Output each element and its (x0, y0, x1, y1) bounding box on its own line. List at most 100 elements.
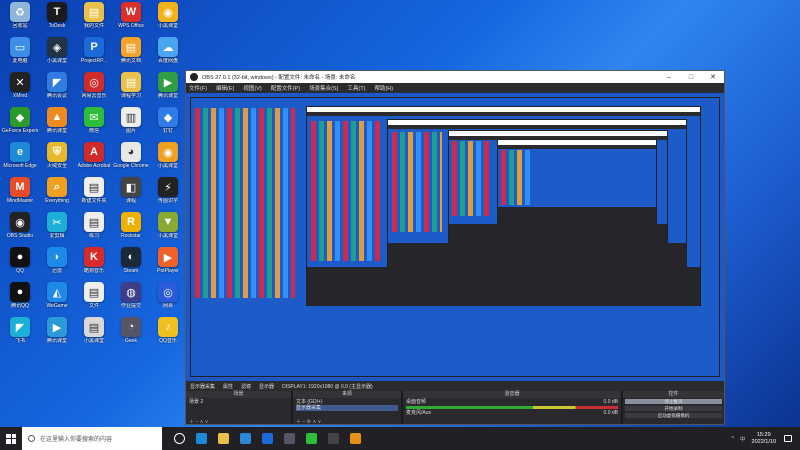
desktop-icon[interactable]: ◗ 迅雷 (39, 247, 75, 282)
desktop-icon[interactable]: ● QQ (2, 247, 38, 282)
menu-item[interactable]: 场景集合(S) (309, 84, 338, 92)
obs-window[interactable]: OBS 27.0.1 (32-bit, windows) - 配置文件: 未命名… (185, 70, 725, 425)
desktop-icon[interactable]: ▶ 腾讯课堂 (150, 72, 186, 107)
desktop-icon[interactable]: ✉ 微信 (76, 107, 112, 142)
menu-item[interactable]: 视图(V) (243, 84, 261, 92)
desktop-icon[interactable]: ▶ PotPlayer (150, 247, 186, 282)
notification-icon[interactable] (784, 435, 792, 442)
start-button[interactable] (0, 427, 22, 450)
menu-item[interactable]: 文件(F) (189, 84, 207, 92)
desktop-icon[interactable]: ◉ 小黑课堂 (150, 2, 186, 37)
taskbar-store[interactable] (234, 427, 256, 450)
desktop-icon[interactable]: ▤ 新建文件夹 (76, 177, 112, 212)
desktop-icon[interactable]: ▤ 我的文件 (76, 2, 112, 37)
desktop-icon[interactable]: P ProjectRP... (76, 37, 112, 72)
desktop-icon[interactable]: e Microsoft Edge (2, 142, 38, 177)
filters-button[interactable]: 滤镜 (241, 383, 251, 390)
scene-tools[interactable]: ＋ − ∧ ∨ (186, 418, 291, 425)
desktop-icon[interactable]: ▼ 小黑课堂 (150, 212, 186, 247)
tray-arrow-icon[interactable]: ^ (731, 436, 734, 442)
desktop-icon[interactable]: ♪ QQ音乐 (150, 317, 186, 352)
desktop-icon[interactable]: ◤ 腾讯会议 (39, 72, 75, 107)
desktop-icon[interactable]: ▤ 小黑课堂 (76, 317, 112, 352)
properties-button[interactable]: 属性 (223, 383, 233, 390)
desktop-icon[interactable]: ☁ 百度网盘 (150, 37, 186, 72)
maximize-icon[interactable]: □ (680, 74, 702, 81)
clock[interactable]: 15:29 2022/1/10 (752, 432, 776, 446)
desktop-icon[interactable]: ▭ 此电脑 (2, 37, 38, 72)
menu-item[interactable]: 配置文件(P) (271, 84, 300, 92)
taskbar-wechat[interactable] (300, 427, 322, 450)
desktop-icon[interactable]: ◭ WeGame (39, 282, 75, 317)
desktop-icon[interactable]: A Adobe Acrobat (76, 142, 112, 177)
desktop-icon[interactable]: ◎ 网易云音乐 (76, 72, 112, 107)
desktop-icon[interactable]: R Rockstar (113, 212, 149, 247)
taskbar-task-view[interactable] (168, 427, 190, 450)
taskbar-obs[interactable] (322, 427, 344, 450)
close-icon[interactable]: ✕ (702, 73, 724, 81)
taskbar-edge[interactable] (190, 427, 212, 450)
desktop-icon[interactable]: ◉ OBS Studio (2, 212, 38, 247)
desktop-icon[interactable]: ◤ 飞书 (2, 317, 38, 352)
desktop-icon[interactable]: ◎ 网易 (150, 282, 186, 317)
menu-item[interactable]: 帮助(H) (374, 84, 393, 92)
minimize-icon[interactable]: – (658, 74, 680, 81)
app-icon: ◆ (10, 107, 30, 127)
app-icon: ▤ (121, 37, 141, 57)
stop-streaming-button[interactable]: 停止推流 (625, 399, 722, 404)
taskbar-steam[interactable] (278, 427, 300, 450)
desktop-icon[interactable]: ▶ 腾讯课堂 (39, 317, 75, 352)
taskbar-search[interactable]: 在这里输入你要搜索的内容 (22, 427, 162, 450)
display-select[interactable]: DISPLAY1: 1920x1080 @ 0,0 (主显示器) (282, 383, 373, 390)
obs-preview[interactable] (186, 93, 724, 381)
desktop-icon[interactable]: M MindMaster (2, 177, 38, 212)
desktop-icon[interactable]: K 酷狗音乐 (76, 247, 112, 282)
desktop-icon[interactable]: ◧ 课程 (113, 177, 149, 212)
desktop-icon[interactable]: ♻ 回收站 (2, 2, 38, 37)
taskbar-app-orange[interactable] (344, 427, 366, 450)
desktop-icon[interactable]: ▤ 课程学习 (113, 72, 149, 107)
desktop-icon[interactable]: ▤ 腾讯文档 (113, 37, 149, 72)
desktop-icon[interactable]: ◔ Geek (113, 317, 149, 352)
source-item[interactable]: 显示器采集 (296, 405, 398, 411)
desktop-icon[interactable]: ◈ 小黑课堂 (39, 37, 75, 72)
desktop-icon[interactable]: ✂ 爱剪辑 (39, 212, 75, 247)
scene-item[interactable]: 场景 2 (189, 399, 288, 405)
desktop-icon[interactable]: ◐ Steam (113, 247, 149, 282)
desktop-icon-label: 文件 (88, 303, 99, 309)
desktop-icon[interactable]: ◆ 钉钉 (150, 107, 186, 142)
desktop-icon[interactable]: ⚡ 传图识字 (150, 177, 186, 212)
menu-item[interactable]: 编辑(E) (216, 84, 234, 92)
desktop-icon[interactable]: ▲ 腾讯课堂 (39, 107, 75, 142)
desktop-icon[interactable]: ◍ 作业提交 (113, 282, 149, 317)
desktop-icon[interactable]: ● 腾讯QQ (2, 282, 38, 317)
source-tools[interactable]: ＋ − ⚙ ∧ ∨ (293, 418, 401, 425)
desktop-icon[interactable]: ▥ 图片 (113, 107, 149, 142)
desktop-icon[interactable]: ▤ 文件 (76, 282, 112, 317)
desktop-icon-label: 爱剪辑 (49, 233, 65, 239)
desktop-icon[interactable]: ✕ XMind (2, 72, 38, 107)
source-name: 显示器采集 (190, 383, 216, 390)
menu-item[interactable]: 工具(T) (347, 84, 365, 92)
obs-menubar: 文件(F) 编辑(E) 视图(V) 配置文件(P) 场景集合(S) 工具(T) 帮助(H) (186, 83, 724, 93)
desktop-icon[interactable]: ◉ 小黑课堂 (150, 142, 186, 177)
start-recording-button[interactable]: 开始录制 (625, 406, 722, 411)
desktop-icon-label: WPS Office (118, 23, 144, 29)
virtual-camera-button[interactable]: 启动虚拟摄像机 (625, 413, 722, 418)
taskbar-mail[interactable] (256, 427, 278, 450)
app-icon: ▼ (158, 212, 178, 232)
desktop-icon[interactable]: ▤ 练习 (76, 212, 112, 247)
taskbar-file-explorer[interactable] (212, 427, 234, 450)
app-icon: ◗ (47, 247, 67, 267)
app-icon: ▤ (84, 282, 104, 302)
desktop-icon[interactable]: T ToDesk (39, 2, 75, 37)
desktop-icon[interactable]: ◆GeForce Experience (2, 107, 38, 142)
obs-titlebar[interactable]: OBS 27.0.1 (32-bit, windows) - 配置文件: 未命名… (186, 71, 724, 83)
desktop-icon[interactable]: W WPS Office (113, 2, 149, 37)
input-language[interactable]: 中 (740, 435, 746, 443)
desktop-icon[interactable]: ◕ Google Chrome (113, 142, 149, 177)
app-icon: ◤ (47, 72, 67, 92)
desktop-icon-label: WeGame (46, 303, 68, 309)
desktop-icon[interactable]: ⛨ 火绒安全 (39, 142, 75, 177)
desktop-icon[interactable]: ⌕ Everything (39, 177, 75, 212)
